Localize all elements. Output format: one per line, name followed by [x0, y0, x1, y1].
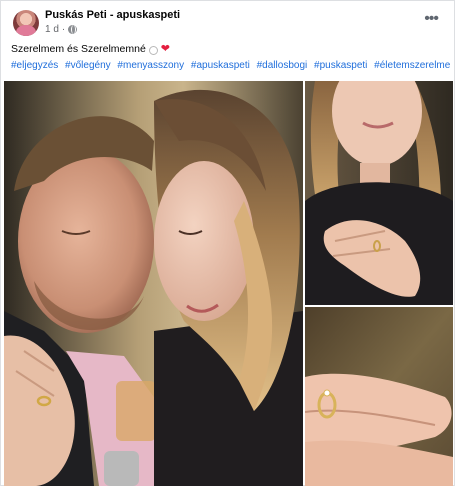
post-caption: Szerelmem és Szerelmemné ❤ — [11, 43, 170, 55]
post-photo-hand-on-shoulder[interactable] — [305, 81, 453, 305]
hashtag-link[interactable]: #vőlegény — [65, 60, 111, 71]
post-time[interactable]: 1 d — [45, 24, 59, 35]
hashtag-list: #eljegyzés #vőlegény #menyasszony #apusk… — [11, 60, 454, 71]
hashtag-link[interactable]: #puskaspeti — [314, 60, 367, 71]
hashtag-link[interactable]: #eljegyzés — [11, 60, 58, 71]
couple-photo-illustration — [4, 81, 303, 486]
profile-avatar[interactable] — [13, 10, 39, 36]
ring-closeup-illustration — [305, 307, 453, 486]
hashtag-link[interactable]: #életemszerelme — [374, 60, 450, 71]
author-name[interactable]: Puskás Peti - apuskaspeti — [45, 9, 180, 21]
caption-text: Szerelmem és Szerelmemné — [11, 43, 146, 55]
meta-separator: · — [61, 24, 66, 35]
hashtag-link[interactable]: #apuskaspeti — [191, 60, 250, 71]
post-card: Puskás Peti - apuskaspeti 1 d · ••• Szer… — [0, 0, 455, 486]
globe-icon — [68, 25, 78, 34]
post-meta: 1 d · — [45, 24, 78, 35]
red-heart-emoji-icon: ❤ — [160, 42, 171, 55]
post-photo-main[interactable] — [4, 81, 303, 486]
woman-hand-photo-illustration — [305, 81, 453, 305]
ring-emoji-icon — [148, 45, 158, 55]
post-header: Puskás Peti - apuskaspeti 1 d · ••• — [9, 7, 446, 39]
hashtag-link[interactable]: #menyasszony — [117, 60, 184, 71]
hashtag-link[interactable]: #dallosbogi — [257, 60, 308, 71]
more-options-icon[interactable]: ••• — [424, 11, 439, 27]
post-photo-ring-closeup[interactable] — [305, 307, 453, 486]
